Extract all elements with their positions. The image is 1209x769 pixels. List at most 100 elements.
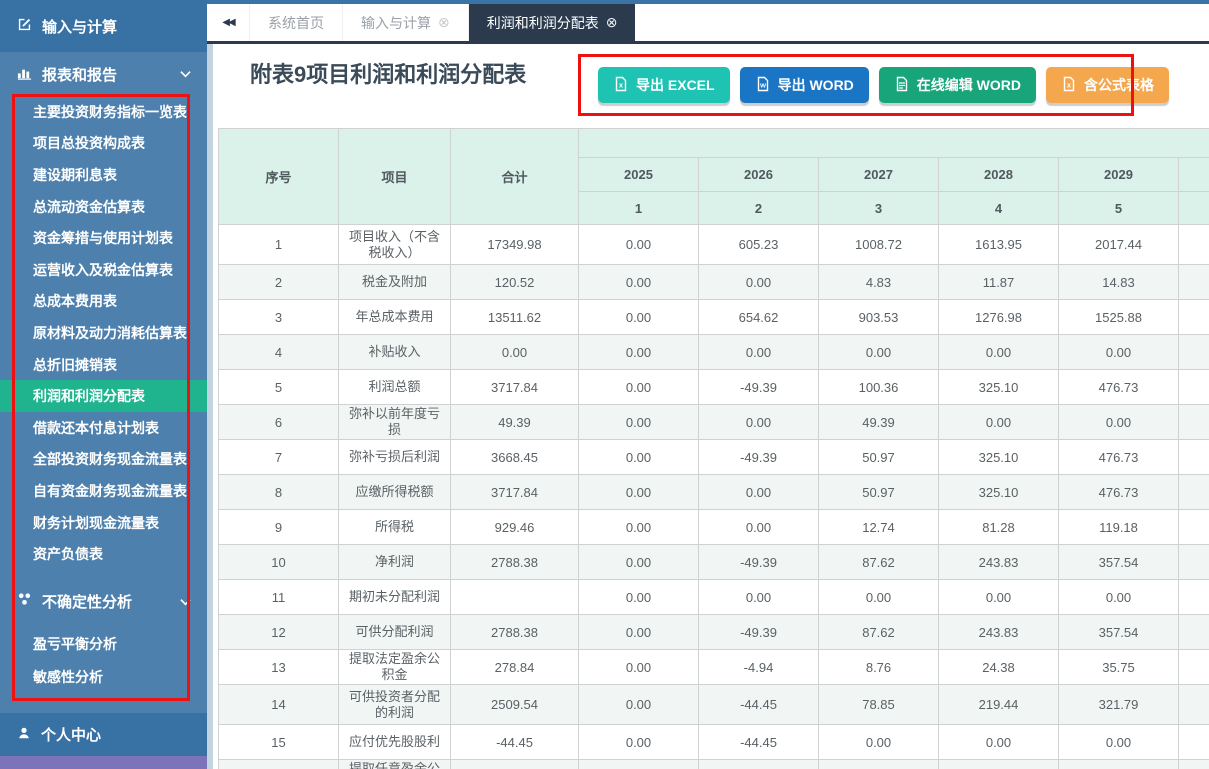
sidebar-item[interactable]: 资金筹措与使用计划表 [0, 222, 207, 254]
cell-value: -49.39 [698, 614, 819, 650]
cell-value: 654.62 [698, 299, 819, 335]
cell-seq: 8 [218, 474, 339, 510]
cell-seq: 14 [218, 684, 339, 725]
tab-label: 输入与计算 [361, 14, 431, 31]
sidebar-item[interactable]: 借款还本付息计划表 [0, 412, 207, 444]
cell-total: 0.00 [450, 334, 579, 370]
table-row: 9 所得税 929.46 0.00 0.00 12.74 81.28 119.18 [218, 509, 1209, 545]
cell-value: 605.23 [698, 224, 819, 265]
export-excel-button[interactable]: x 导出 EXCEL [598, 67, 730, 103]
cell-value [818, 759, 939, 769]
close-tab-icon[interactable]: ⊗ [438, 14, 450, 31]
sidebar: 输入与计算 报表和报告 主要投资财务指标一览表 项目总投资构成表 建设期利息表 总流动… [0, 0, 207, 769]
cell-value: 0.00 [818, 579, 939, 615]
cell-value: 119.18 [1058, 509, 1179, 545]
cell-item-name: 弥补以前年度亏损 [338, 404, 451, 440]
column-header-seq: 序号 [218, 128, 339, 225]
cell-value: 4.83 [818, 264, 939, 300]
tab-active[interactable]: 利润和利润分配表 ⊗ [467, 4, 636, 41]
chevron-down-icon [180, 598, 191, 606]
cell-value [1178, 439, 1209, 475]
cell-value [578, 759, 699, 769]
cell-value: 0.00 [578, 474, 699, 510]
profit-table-wrap: 序号 项目 合计 2025 2026 2027 2028 2029 12345 1 项目收… [218, 128, 1209, 769]
sidebar-item[interactable]: 原材料及动力消耗估算表 [0, 317, 207, 349]
sidebar-item-input-calc[interactable]: 输入与计算 [0, 0, 207, 52]
sidebar-item[interactable]: 总折旧摊销表 [0, 349, 207, 381]
period-header: 1 [578, 191, 699, 225]
cell-value [1178, 759, 1209, 769]
cell-value: 357.54 [1058, 544, 1179, 580]
sidebar-section-uncertainty[interactable]: 不确定性分析 [0, 582, 207, 622]
cell-item-name: 应缴所得税额 [338, 474, 451, 510]
table-row: 2 税金及附加 120.52 0.00 0.00 4.83 11.87 14.83 [218, 264, 1209, 300]
cell-value: 0.00 [938, 724, 1059, 760]
sidebar-item[interactable]: 项目总投资构成表 [0, 128, 207, 160]
cell-value: 243.83 [938, 544, 1059, 580]
sidebar-item-personal-center[interactable]: 个人中心 [0, 713, 207, 756]
sidebar-section-reports[interactable]: 报表和报告 [0, 52, 207, 96]
sidebar-item[interactable]: 资产负债表 [0, 538, 207, 570]
cell-value: 0.00 [1058, 404, 1179, 440]
svg-text:w: w [759, 80, 766, 89]
cell-item-name: 应付优先股股利 [338, 724, 451, 760]
close-tab-icon[interactable]: ⊗ [606, 14, 618, 31]
cell-item-name: 补贴收入 [338, 334, 451, 370]
sidebar-item[interactable]: 自有资金财务现金流量表 [0, 475, 207, 507]
table-row: 8 应缴所得税额 3717.84 0.00 0.00 50.97 325.10 476.73 [218, 474, 1209, 510]
cell-value: 0.00 [698, 474, 819, 510]
sidebar-item-label: 输入与计算 [42, 18, 118, 36]
main-content: ◀◀ 系统首页 输入与计算 ⊗ 利润和利润分配表 ⊗ 附表9项目利润和利润分配表 x 导… [207, 0, 1209, 769]
cell-value [1058, 759, 1179, 769]
cell-seq: 6 [218, 404, 339, 440]
cell-value: 0.00 [818, 334, 939, 370]
chevron-down-icon [180, 70, 191, 78]
sidebar-item[interactable]: 主要投资财务指标一览表 [0, 96, 207, 128]
table-row: 12 可供分配利润 2788.38 0.00 -49.39 87.62 243.83 357.… [218, 614, 1209, 650]
cell-total [450, 759, 579, 769]
cell-value: 0.00 [578, 224, 699, 265]
sidebar-item-label: 个人中心 [41, 727, 102, 744]
cell-total: 49.39 [450, 404, 579, 440]
cell-total: 278.84 [450, 649, 579, 685]
sidebar-item[interactable]: 全部投资财务现金流量表 [0, 444, 207, 476]
sidebar-item[interactable]: 建设期利息表 [0, 159, 207, 191]
collapse-tabs-button[interactable]: ◀◀ [207, 4, 249, 41]
formula-table-button[interactable]: x 含公式表格 [1046, 67, 1170, 103]
cell-value: -49.39 [698, 439, 819, 475]
sidebar-item[interactable]: 敏感性分析 [0, 661, 207, 694]
cell-seq: 3 [218, 299, 339, 335]
cell-seq: 2 [218, 264, 339, 300]
cell-value [1178, 544, 1209, 580]
cell-seq: 11 [218, 579, 339, 615]
column-header-item: 项目 [338, 128, 451, 225]
year-header: 2026 [698, 157, 819, 192]
sidebar-item[interactable]: 财务计划现金流量表 [0, 507, 207, 539]
export-word-button[interactable]: w 导出 WORD [739, 67, 869, 103]
cell-value: 0.00 [578, 299, 699, 335]
cell-value: 1525.88 [1058, 299, 1179, 335]
cell-value [938, 759, 1059, 769]
cell-value [1178, 299, 1209, 335]
cell-value: 81.28 [938, 509, 1059, 545]
tab-item[interactable]: 输入与计算 ⊗ [342, 4, 468, 41]
sidebar-item[interactable]: 盈亏平衡分析 [0, 628, 207, 661]
tab-item[interactable]: 系统首页 [249, 4, 342, 41]
cell-total: 120.52 [450, 264, 579, 300]
table-row: 6 弥补以前年度亏损 49.39 0.00 0.00 49.39 0.00 0.00 [218, 404, 1209, 440]
cell-total: 2509.54 [450, 684, 579, 725]
sidebar-item[interactable]: 运营收入及税金估算表 [0, 254, 207, 286]
online-edit-word-button[interactable]: 在线编辑 WORD [878, 67, 1037, 103]
svg-text:x: x [619, 80, 624, 89]
cell-value: 0.00 [578, 614, 699, 650]
sidebar-item[interactable]: 总流动资金估算表 [0, 191, 207, 223]
sidebar-item[interactable]: 总成本费用表 [0, 286, 207, 318]
period-header: 4 [938, 191, 1059, 225]
cell-value: 50.97 [818, 474, 939, 510]
sidebar-section-label: 报表和报告 [42, 66, 118, 84]
table-row: 13 提取法定盈余公积金 278.84 0.00 -4.94 8.76 24.38 35.75 [218, 649, 1209, 685]
sidebar-item[interactable]: 利润和利润分配表 [0, 380, 207, 412]
cell-value: 78.85 [818, 684, 939, 725]
cell-value: 0.00 [698, 509, 819, 545]
cell-value: -4.94 [698, 649, 819, 685]
